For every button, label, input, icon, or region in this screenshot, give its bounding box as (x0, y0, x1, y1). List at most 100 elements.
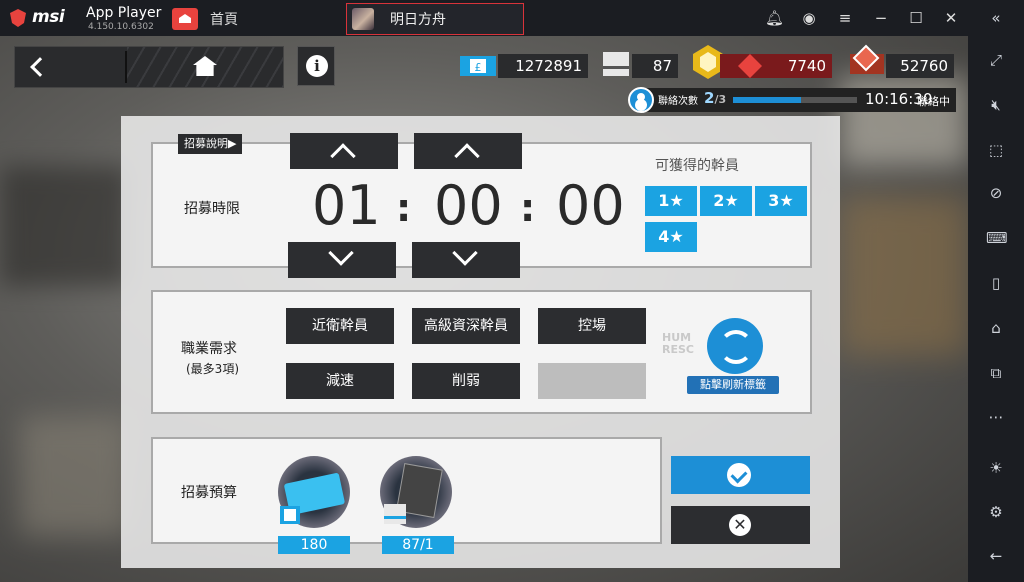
recruit-info-tag[interactable]: 招募說明▶ (178, 134, 243, 154)
link-progress-fill (733, 97, 802, 103)
eco-mode-icon[interactable]: ☀ (986, 458, 1006, 478)
keyboard-icon[interactable]: ⌨ (986, 228, 1008, 248)
tag-crowd-control-button[interactable]: 控場 (538, 308, 646, 344)
minutes-up-button[interactable] (414, 133, 522, 169)
emulator-side-panel: « ⤢ 🔇︎ ⬚ ⊘ ⌨ ▯ ⌂ ⧉ ⋯ ☀ ⚙ ← (968, 0, 1024, 582)
orundum-count: 1272891 (498, 54, 588, 78)
eye-off-icon[interactable]: ⊘ (986, 183, 1006, 203)
minutes-down-button[interactable] (412, 240, 520, 278)
game-tab-icon (352, 8, 374, 30)
close-circle-icon: ✕ (729, 514, 751, 536)
hours-value: 01 (312, 174, 381, 237)
orundum-ticket-icon (280, 473, 345, 524)
gamepad-icon[interactable]: ⌂ (986, 318, 1006, 338)
tags-hint: (最多3項) (186, 362, 239, 376)
recruit-permit-icon (384, 463, 443, 524)
chevron-down-icon (328, 240, 354, 266)
chevron-up-icon (454, 143, 480, 169)
orundum-ticket-icon: £ (460, 56, 496, 76)
link-count-label: 聯絡次數 (658, 96, 698, 107)
refresh-tags-button[interactable] (707, 318, 763, 374)
link-count: 2/3 (704, 89, 726, 107)
chevron-down-icon (452, 240, 478, 266)
time-colon: : (520, 186, 536, 230)
hours-down-button[interactable] (288, 240, 396, 278)
fullscreen-icon[interactable]: ⤢ (986, 50, 1006, 70)
game-viewport: i £ 1272891 87 7740 52760 聯絡次數 2/3 10:16… (0, 36, 968, 582)
account-icon[interactable]: ◉ (800, 8, 818, 28)
star-1-badge: 1★ (645, 186, 697, 216)
time-limit-label: 招募時限 (184, 201, 240, 217)
permit-count: 87 (632, 54, 678, 78)
tab-game-label: 明日方舟 (390, 12, 446, 28)
link-count-value: 2 (704, 89, 715, 107)
obtainable-operators-label: 可獲得的幹員 (655, 158, 739, 174)
stone-count: 52760 (886, 54, 954, 78)
tab-home[interactable]: 首頁 (166, 4, 341, 34)
tag-senior-operator-button[interactable]: 高級資深幹員 (412, 308, 520, 344)
permit-item (380, 456, 452, 528)
tag-debuff-button[interactable]: 削弱 (412, 363, 520, 399)
minimize-icon[interactable]: − (872, 8, 890, 28)
permit-cost: 87/1 (382, 536, 454, 554)
brand-name: msi (32, 7, 65, 27)
hours-up-button[interactable] (290, 133, 398, 169)
link-status-bar: 聯絡次數 2/3 10:16:30 聯絡中 (628, 87, 956, 113)
link-progress-bar (733, 97, 857, 103)
tab-game[interactable]: 明日方舟 (346, 3, 524, 35)
collapse-panel-icon[interactable]: « (986, 8, 1006, 28)
background-blur (0, 166, 130, 286)
install-apk-icon[interactable]: ⧉ (986, 363, 1006, 383)
info-icon: i (306, 55, 328, 77)
cancel-button[interactable]: ✕ (671, 506, 810, 544)
info-button[interactable]: i (297, 46, 335, 86)
link-status: 聯絡中 (917, 95, 950, 108)
background-blur (20, 416, 130, 536)
svg-text:£: £ (475, 61, 482, 74)
refresh-tags-label[interactable]: 點擊刷新標籤 (687, 376, 779, 394)
screenshot-icon[interactable]: ⬚ (986, 140, 1006, 160)
lmd-stone-icon (850, 44, 884, 74)
settings-gear-icon[interactable]: ⚙ (986, 502, 1006, 522)
orundum-item (278, 456, 350, 528)
background-blur (840, 196, 968, 356)
user-avatar-icon (628, 87, 654, 113)
recruit-permit-icon (603, 52, 629, 76)
maximize-icon[interactable]: ☐ (907, 8, 925, 28)
tag-slow-button[interactable]: 減速 (286, 363, 394, 399)
star-3-badge: 3★ (755, 186, 807, 216)
close-icon[interactable]: ✕ (942, 8, 960, 28)
tag-guard-button[interactable]: 近衛幹員 (286, 308, 394, 344)
time-colon: : (396, 186, 412, 230)
volume-mute-icon[interactable]: 🔇︎ (986, 95, 1006, 115)
back-arrow-icon[interactable]: ← (986, 546, 1006, 566)
tags-label: 職業需求 (181, 341, 237, 357)
star-2-badge: 2★ (700, 186, 752, 216)
emulator-title-bar: msi App Player 4.150.10.6302 首頁 明日方舟 🔔︎ … (0, 0, 1024, 36)
watermark-text: HUM RESC (662, 331, 694, 356)
originium-count: 7740 (770, 54, 832, 78)
back-button[interactable] (15, 47, 125, 87)
app-window: msi App Player 4.150.10.6302 首頁 明日方舟 🔔︎ … (0, 0, 1024, 582)
home-button[interactable] (127, 47, 283, 87)
phone-rotate-icon[interactable]: ▯ (986, 273, 1006, 293)
budget-label: 招募預算 (181, 485, 237, 501)
emulator-brand: msi App Player 4.150.10.6302 (6, 3, 166, 33)
app-name: App Player (86, 5, 162, 21)
tag-empty-slot (538, 363, 646, 399)
star-4-badge: 4★ (645, 222, 697, 252)
link-count-total: /3 (714, 93, 727, 106)
seconds-value: 00 (556, 174, 625, 237)
originium-icon (720, 54, 770, 78)
msi-dragon-icon (10, 9, 26, 27)
orundum-cost: 180 (278, 536, 350, 554)
check-icon (727, 463, 751, 487)
tab-home-label: 首頁 (210, 12, 238, 28)
more-icon[interactable]: ⋯ (986, 407, 1006, 427)
bell-icon[interactable]: 🔔︎ (765, 8, 784, 28)
home-tab-icon (172, 8, 198, 30)
top-navigation (14, 46, 284, 88)
app-version: 4.150.10.6302 (88, 22, 154, 32)
confirm-button[interactable] (671, 456, 810, 494)
menu-icon[interactable]: ≡ (836, 8, 854, 28)
